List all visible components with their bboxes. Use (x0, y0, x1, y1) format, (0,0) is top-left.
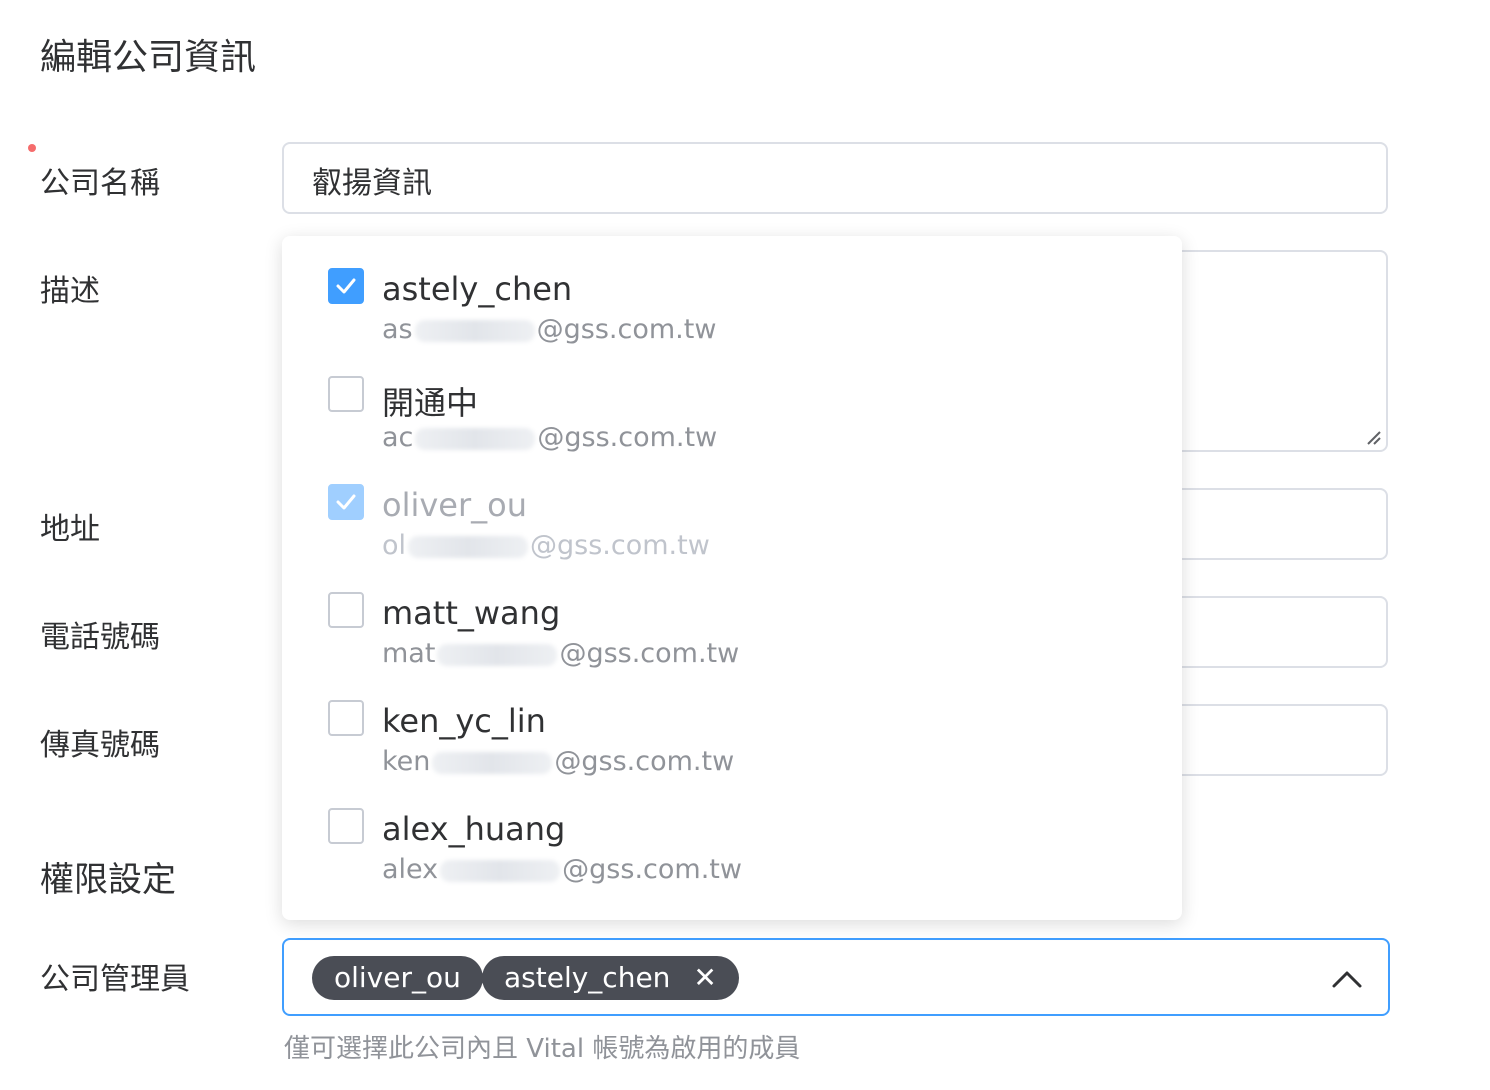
option-name: oliver_ou (382, 486, 527, 524)
dropdown-option[interactable]: matt_wang mat @gss.com.tw (282, 560, 1182, 669)
option-name: alex_huang (382, 810, 566, 848)
admins-hint: 僅可選擇此公司內且 Vital 帳號為啟用的成員 (284, 1034, 801, 1064)
option-email: mat @gss.com.tw (382, 638, 740, 669)
check-icon (336, 278, 356, 294)
option-email: as @gss.com.tw (382, 314, 717, 345)
company-name-input[interactable]: 叡揚資訊 (282, 142, 1388, 214)
dropdown-option[interactable]: 開通中 ac @gss.com.tw (282, 344, 1182, 453)
admins-multiselect[interactable]: oliver_ou astely_chen ✕ (282, 938, 1390, 1016)
permissions-label: 權限設定 (40, 860, 176, 900)
option-email: ac @gss.com.tw (382, 422, 718, 453)
admins-dropdown: astely_chen as @gss.com.tw 開通中 ac @gss.com… (282, 236, 1182, 920)
option-name: 開通中 (382, 384, 479, 422)
phone-label: 電話號碼 (40, 620, 160, 655)
page-title: 編輯公司資訊 (40, 37, 257, 78)
company-name-value: 叡揚資訊 (312, 166, 432, 201)
option-email: ol @gss.com.tw (382, 530, 710, 561)
dropdown-option[interactable]: astely_chen as @gss.com.tw (282, 236, 1182, 345)
checkbox-unchecked[interactable] (328, 808, 364, 844)
resize-handle-icon[interactable] (1364, 428, 1382, 446)
option-name: ken_yc_lin (382, 702, 546, 740)
admins-label: 公司管理員 (40, 962, 190, 997)
checkbox-checked[interactable] (328, 268, 364, 304)
checkbox-unchecked[interactable] (328, 592, 364, 628)
chevron-up-icon[interactable] (1330, 962, 1364, 996)
checkbox-unchecked[interactable] (328, 700, 364, 736)
checkbox-checked-disabled (328, 484, 364, 520)
dropdown-option[interactable]: ken_yc_lin ken @gss.com.tw (282, 668, 1182, 777)
dropdown-option[interactable]: alex_huang alex @gss.com.tw (282, 776, 1182, 885)
admin-tag-astely-chen: astely_chen ✕ (482, 956, 739, 1000)
dropdown-option: oliver_ou ol @gss.com.tw (282, 452, 1182, 561)
checkbox-unchecked[interactable] (328, 376, 364, 412)
option-name: matt_wang (382, 594, 561, 632)
admin-tag-oliver-ou: oliver_ou (312, 956, 483, 1000)
company-name-label: 公司名稱 (40, 166, 160, 201)
admin-tag-label: oliver_ou (334, 961, 461, 994)
tag-close-icon[interactable]: ✕ (693, 956, 716, 1000)
required-indicator (28, 144, 36, 152)
fax-label: 傳真號碼 (40, 728, 160, 763)
admin-tag-label: astely_chen (504, 961, 671, 994)
check-icon (336, 494, 356, 510)
option-email: ken @gss.com.tw (382, 746, 735, 777)
option-name: astely_chen (382, 270, 573, 308)
address-label: 地址 (40, 512, 100, 547)
option-email: alex @gss.com.tw (382, 854, 742, 885)
description-label: 描述 (40, 274, 100, 309)
